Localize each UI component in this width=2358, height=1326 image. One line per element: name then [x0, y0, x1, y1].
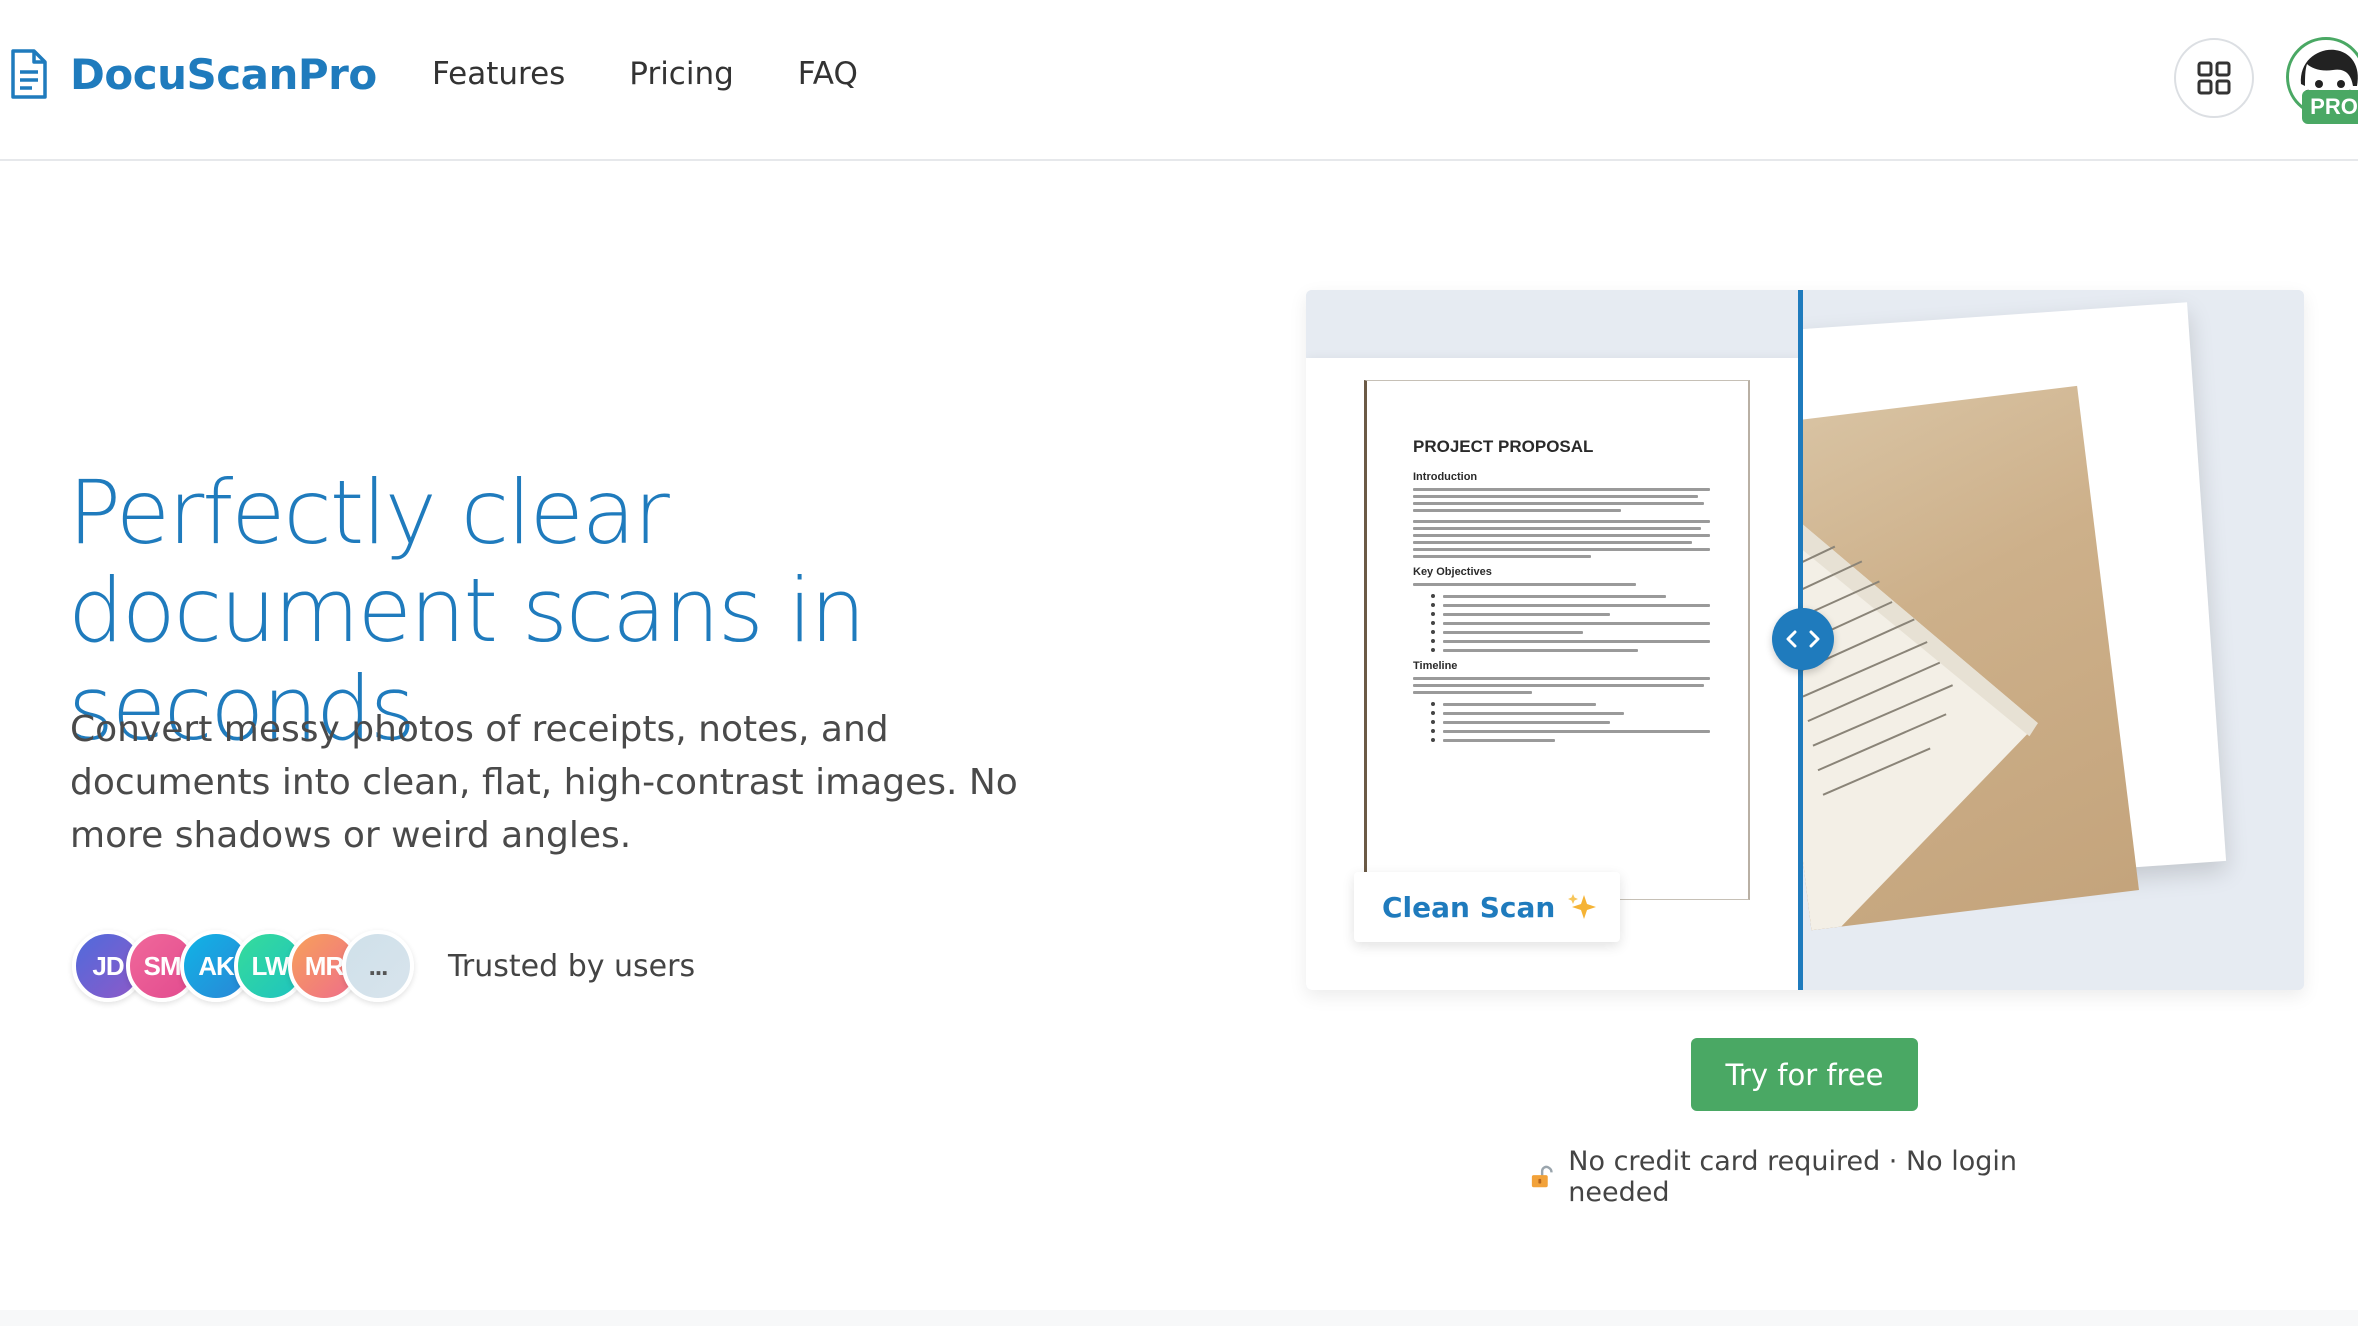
- brand-name: DocuScanPro: [70, 49, 377, 99]
- document-heading-key-objectives: Key Objectives: [1413, 566, 1492, 578]
- apps-grid-button[interactable]: [2174, 38, 2254, 118]
- user-avatar-stack: JD SM AK LW MR ...: [72, 930, 414, 1002]
- sparkle-icon: [1568, 894, 1597, 919]
- top-header: DocuScanPro Features Pricing FAQ PRO: [0, 0, 2358, 161]
- no-credit-card-note: No credit card required · No login neede…: [1530, 1146, 2090, 1208]
- scanned-document: PROJECT PROPOSAL Introduction Key Object…: [1364, 380, 1750, 900]
- pro-badge: PRO: [2302, 90, 2358, 124]
- hero-subtitle: Convert messy photos of receipts, notes,…: [70, 709, 1018, 856]
- main-nav: Features Pricing FAQ: [432, 56, 922, 92]
- trusted-users-row: JD SM AK LW MR ... Trusted by users: [72, 928, 695, 1004]
- chevrons-left-right-icon: [1786, 630, 1820, 648]
- original-photo-frame: [1800, 302, 2227, 931]
- messy-document-photo: [1800, 385, 2139, 931]
- note-text: No credit card required · No login neede…: [1568, 1146, 2018, 1208]
- nav-link-features[interactable]: Features: [432, 56, 565, 92]
- more-users-avatar: ...: [342, 930, 414, 1002]
- document-heading-timeline: Timeline: [1413, 660, 1458, 672]
- document-heading-introduction: Introduction: [1413, 471, 1478, 483]
- document-title: PROJECT PROPOSAL: [1413, 437, 1594, 456]
- scan-comparison-slider[interactable]: PROJECT PROPOSAL Introduction Key Object…: [1306, 290, 2304, 990]
- trusted-by-text: Trusted by users: [448, 948, 696, 984]
- brand-logo-link[interactable]: DocuScanPro: [10, 48, 377, 100]
- grid-icon: [2197, 61, 2231, 95]
- angled-paper-shape: [1800, 485, 2038, 931]
- unlocked-lock-icon: [1531, 1165, 1553, 1188]
- clean-scan-label: Clean Scan: [1354, 872, 1620, 942]
- try-for-free-button[interactable]: Try for free: [1691, 1038, 1918, 1111]
- slider-handle[interactable]: [1772, 608, 1834, 670]
- nav-link-faq[interactable]: FAQ: [798, 56, 858, 92]
- page-bottom-band: [0, 1310, 2358, 1326]
- original-photo-panel: [1800, 290, 2304, 990]
- nav-link-pricing[interactable]: Pricing: [629, 56, 734, 92]
- clean-scan-text: Clean Scan: [1382, 890, 1556, 924]
- document-icon: [11, 49, 47, 99]
- clean-scan-panel: PROJECT PROPOSAL Introduction Key Object…: [1306, 290, 1800, 990]
